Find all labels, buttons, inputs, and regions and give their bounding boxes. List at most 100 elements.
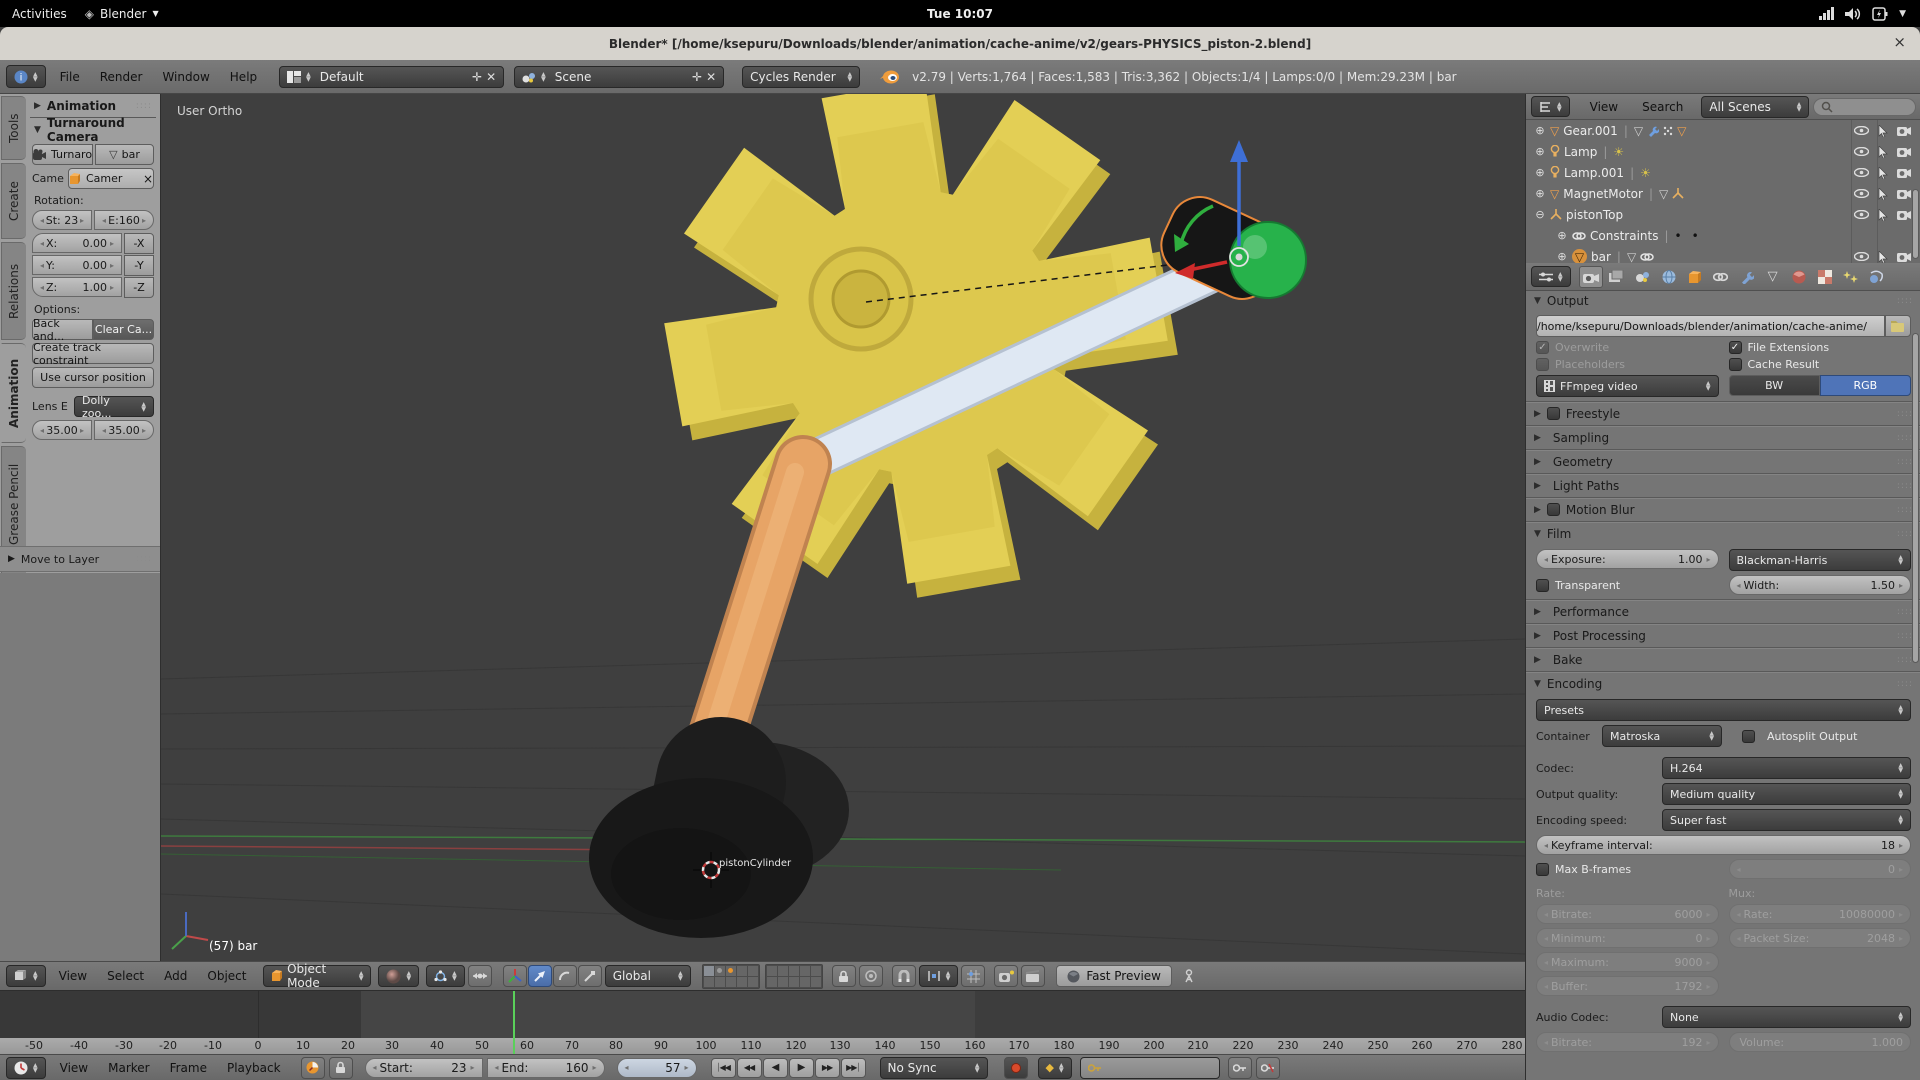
bitrate-field[interactable]: ◂Bitrate:6000▸ xyxy=(1536,904,1719,924)
outliner-view-menu[interactable]: View xyxy=(1580,100,1628,114)
menu-item[interactable]: View xyxy=(49,969,97,983)
editor-type-button[interactable]: ▲▼ xyxy=(1531,266,1571,287)
output-path-field[interactable]: /home/ksepuru/Downloads/blender/animatio… xyxy=(1536,315,1885,337)
play-reverse-button[interactable]: ◀ xyxy=(763,1058,788,1078)
keyframe-interval-field[interactable]: ◂Keyframe interval:18▸ xyxy=(1536,835,1911,855)
collapsed-panel-header[interactable]: ▶Freestyle:::: xyxy=(1526,401,1920,425)
manipulator-rotate-toggle[interactable] xyxy=(553,965,577,987)
outliner-row-constraints[interactable]: ⊕ Constraints| • • xyxy=(1526,225,1920,246)
collapsed-panel-header[interactable]: ▶Motion Blur:::: xyxy=(1526,497,1920,521)
pivot-align-toggle[interactable] xyxy=(468,965,492,987)
transform-orientation-selector[interactable]: Global ▲▼ xyxy=(605,965,691,987)
menu-item[interactable]: Marker xyxy=(98,1061,159,1075)
tab-render-layers[interactable] xyxy=(1605,266,1629,288)
visibility-eye-icon[interactable] xyxy=(1854,126,1869,135)
selectability-cursor-icon[interactable] xyxy=(1878,125,1888,137)
manipulator-scale-toggle[interactable] xyxy=(578,965,602,987)
end-frame-field[interactable]: ◂E:160▸ xyxy=(94,210,154,230)
snap-toggle[interactable] xyxy=(892,965,916,987)
transparent-checkbox[interactable] xyxy=(1536,579,1549,592)
tab-particles[interactable] xyxy=(1839,266,1863,288)
lock-to-scene-toggle[interactable] xyxy=(832,965,856,987)
start-frame-field[interactable]: ◂Start: 23▸ xyxy=(365,1058,483,1078)
buffer-field[interactable]: ◂Buffer:1792▸ xyxy=(1536,976,1719,996)
jump-to-end-button[interactable]: ▶▶⏐ xyxy=(841,1058,866,1078)
filter-width-field[interactable]: ◂Width:1.50▸ xyxy=(1729,575,1912,595)
file-format-selector[interactable]: FFmpeg video ▲▼ xyxy=(1536,375,1719,397)
stereo-view-toggle[interactable] xyxy=(1177,965,1201,987)
collapsed-panel-header[interactable]: ▶Performance:::: xyxy=(1526,599,1920,623)
color-bw-toggle[interactable]: BW xyxy=(1729,375,1820,396)
editor-type-button[interactable]: ▲▼ xyxy=(6,1057,46,1079)
editor-type-button[interactable]: ▲▼ xyxy=(1531,96,1570,117)
end-frame-field[interactable]: ◂End: 160▸ xyxy=(487,1058,605,1078)
tab-material[interactable] xyxy=(1787,266,1811,288)
expand-icon[interactable]: ⊕ xyxy=(1556,229,1568,242)
axis-y-field[interactable]: ◂Y:0.00▸ xyxy=(32,255,122,275)
viewport-shading-selector[interactable]: ▲▼ xyxy=(378,965,419,987)
jump-to-start-button[interactable]: ⏐◀◀ xyxy=(711,1058,736,1078)
tool-shelf-tab[interactable]: Grease Pencil xyxy=(1,446,26,562)
properties-scrollbar[interactable] xyxy=(1912,333,1919,663)
render-border-toggle[interactable] xyxy=(859,965,883,987)
output-quality-selector[interactable]: Medium quality▲▼ xyxy=(1662,783,1911,805)
axis-z-field[interactable]: ◂Z:1.00▸ xyxy=(32,277,122,297)
viewport-3d[interactable]: User Ortho pistonCylinder (57) bar xyxy=(160,94,1525,961)
back-and-forth-button[interactable]: Back and... xyxy=(32,319,93,340)
selectability-cursor-icon[interactable] xyxy=(1878,167,1888,179)
menu-item[interactable]: Playback xyxy=(217,1061,291,1075)
panel-enable-checkbox[interactable] xyxy=(1547,503,1560,516)
collapse-icon[interactable]: ⊖ xyxy=(1534,208,1546,221)
panel-turnaround-header[interactable]: ▼ Turnaround Camera xyxy=(26,118,160,141)
renderability-camera-icon[interactable] xyxy=(1897,146,1911,157)
activities-button[interactable]: Activities xyxy=(12,7,67,21)
file-browse-button[interactable] xyxy=(1885,315,1911,337)
add-layout-icon[interactable]: ✛ xyxy=(472,70,482,84)
autosplit-checkbox[interactable] xyxy=(1742,730,1755,743)
outliner-row-magnetmotor[interactable]: ⊕ ▽ MagnetMotor| ▽ xyxy=(1526,183,1920,204)
neg-y-button[interactable]: -Y xyxy=(124,255,154,276)
renderability-camera-icon[interactable] xyxy=(1897,188,1911,199)
outliner-row-gear[interactable]: ⊕ ▽ Gear.001| ▽ ▽ xyxy=(1526,120,1920,141)
tab-world[interactable] xyxy=(1657,266,1681,288)
expand-icon[interactable]: ⊕ xyxy=(1534,187,1546,200)
camera-id-field[interactable]: Camer × xyxy=(68,168,154,189)
opengl-render-anim-button[interactable] xyxy=(1021,965,1045,987)
volume-field[interactable]: Volume:1.000 xyxy=(1729,1032,1912,1052)
selectability-cursor-icon[interactable] xyxy=(1878,209,1888,221)
mode-selector[interactable]: Object Mode ▲▼ xyxy=(263,965,371,987)
renderability-camera-icon[interactable] xyxy=(1897,167,1911,178)
visibility-eye-icon[interactable] xyxy=(1854,210,1869,219)
app-menu[interactable]: ◈ Blender ▼ xyxy=(85,7,159,21)
tab-render[interactable] xyxy=(1579,266,1603,288)
fast-preview-button[interactable]: Fast Preview xyxy=(1056,965,1172,987)
panel-encoding-header[interactable]: ▼Encoding:::: xyxy=(1526,671,1920,695)
delete-keyframe-button[interactable] xyxy=(1256,1057,1280,1079)
start-frame-field[interactable]: ◂St: 23▸ xyxy=(32,210,92,230)
packet-size-field[interactable]: ◂Packet Size:2048▸ xyxy=(1729,928,1912,948)
screen-layout-selector[interactable]: ▲▼ Default ✛ ✕ xyxy=(279,66,504,88)
encoding-speed-selector[interactable]: Super fast▲▼ xyxy=(1662,809,1911,831)
visibility-eye-icon[interactable] xyxy=(1854,189,1869,198)
lens-value-1-field[interactable]: ◂35.00▸ xyxy=(32,420,92,440)
active-keying-set-field[interactable] xyxy=(1080,1057,1220,1079)
tab-data[interactable]: ▽ xyxy=(1761,266,1785,288)
editor-type-button[interactable]: ▲▼ xyxy=(6,965,46,987)
visibility-eye-icon[interactable] xyxy=(1854,252,1869,261)
collapsed-panel-header[interactable]: ▶Sampling:::: xyxy=(1526,425,1920,449)
neg-z-button[interactable]: -Z xyxy=(124,277,154,298)
expand-icon[interactable]: ⊕ xyxy=(1534,166,1546,179)
renderability-camera-icon[interactable] xyxy=(1897,209,1911,220)
move-to-layer-panel[interactable]: ▶ Move to Layer :::: xyxy=(0,546,160,572)
tab-texture[interactable] xyxy=(1813,266,1837,288)
audio-bitrate-field[interactable]: ◂Bitrate:192▸ xyxy=(1536,1032,1719,1052)
pivot-selector[interactable]: ▲▼ xyxy=(426,965,465,987)
visibility-eye-icon[interactable] xyxy=(1854,168,1869,177)
layers-grid-2[interactable] xyxy=(765,964,823,989)
renderability-camera-icon[interactable] xyxy=(1897,125,1911,136)
outliner-row-lamp001[interactable]: ⊕ Lamp.001| ☀ xyxy=(1526,162,1920,183)
selectability-cursor-icon[interactable] xyxy=(1878,188,1888,200)
mux-rate-field[interactable]: ◂Rate:10080000▸ xyxy=(1729,904,1912,924)
lens-mode-dropdown[interactable]: Dolly zoo...▲▼ xyxy=(74,396,154,417)
collapsed-panel-header[interactable]: ▶Post Processing:::: xyxy=(1526,623,1920,647)
